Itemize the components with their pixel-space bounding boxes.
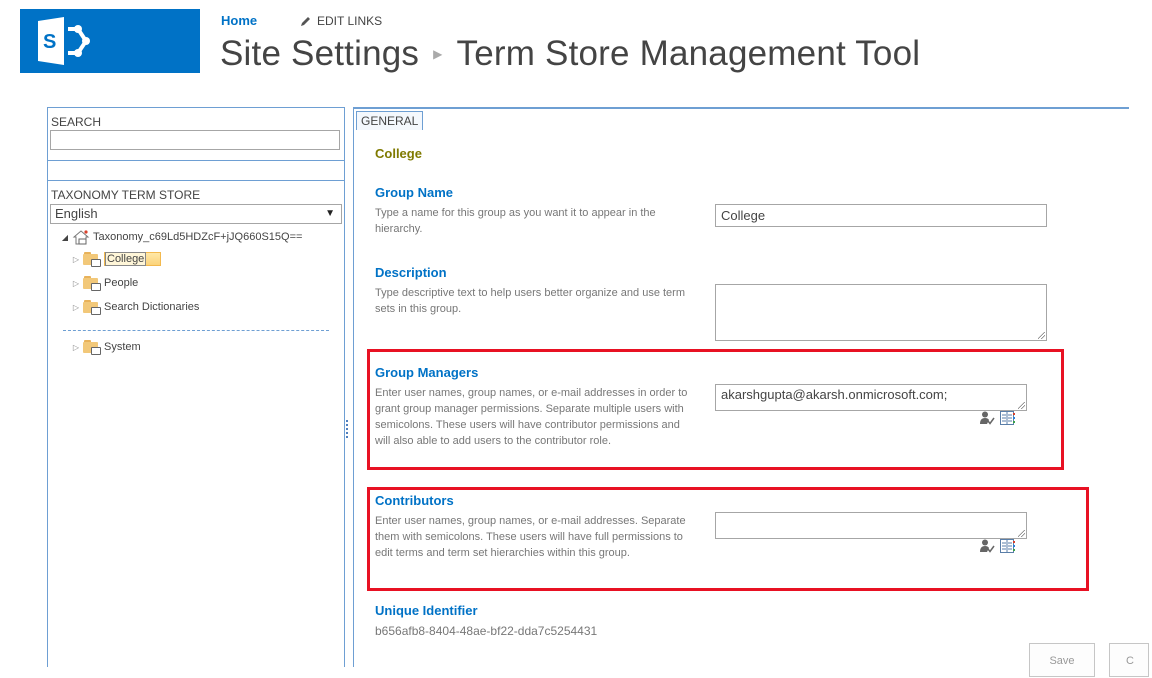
nav-home-link[interactable]: Home: [221, 13, 257, 28]
description-heading: Description: [375, 265, 447, 280]
panel-resize-handle[interactable]: [346, 420, 349, 438]
tree-root-label: Taxonomy_c69Ld5HDZcF+jJQ660S15Q==: [93, 231, 303, 243]
save-button[interactable]: Save: [1029, 643, 1095, 677]
contributors-description: Enter user names, group names, or e-mail…: [375, 515, 686, 559]
taxonomy-tree-panel: SEARCH TAXONOMY TERM STORE English ▼: [47, 107, 345, 667]
term-group-folder-icon: [83, 340, 101, 355]
browse-directory-icon[interactable]: [1000, 539, 1016, 553]
term-group-folder-icon: [83, 252, 101, 267]
group-managers-picker-actions: [979, 411, 1016, 425]
collapsed-triangle-icon[interactable]: ▷: [69, 279, 83, 288]
group-managers-people-picker[interactable]: akarshgupta@akarsh.onmicrosoft.com;: [715, 384, 1027, 411]
edit-links-label: EDIT LINKS: [317, 14, 383, 28]
triangle-right-icon: ▶: [433, 47, 443, 61]
tree-item-label: People: [104, 277, 139, 289]
taxonomy-term-store-label: TAXONOMY TERM STORE: [51, 188, 201, 202]
language-selected-value: English: [55, 206, 98, 221]
cancel-button[interactable]: C: [1109, 643, 1149, 677]
panel-divider: [48, 180, 344, 181]
tree-item-label: System: [104, 341, 141, 353]
dropdown-arrow-icon: ▼: [325, 208, 335, 219]
search-label: SEARCH: [51, 115, 102, 129]
contributors-picker-actions: [979, 539, 1016, 553]
tree-root-term-store[interactable]: ◢ Taxonomy_c69Ld5HDZcF+jJQ660S15Q==: [58, 229, 302, 245]
breadcrumb-site-settings[interactable]: Site Settings: [220, 34, 419, 74]
tree-item-label: Search Dictionaries: [104, 301, 200, 313]
group-title: College: [375, 146, 422, 161]
tree-divider: [63, 330, 329, 331]
contributors-heading: Contributors: [375, 493, 454, 508]
term-group-folder-icon: [83, 276, 101, 291]
expanded-triangle-icon[interactable]: ◢: [58, 233, 72, 242]
pencil-icon: [301, 16, 310, 26]
search-input[interactable]: [50, 130, 340, 150]
tab-general[interactable]: GENERAL: [356, 111, 424, 130]
collapsed-triangle-icon[interactable]: ▷: [69, 255, 83, 264]
group-name-heading: Group Name: [375, 185, 454, 200]
resize-grip-icon[interactable]: [1038, 332, 1045, 339]
sharepoint-logo[interactable]: S: [20, 9, 200, 73]
group-managers-description: Enter user names, group names, or e-mail…: [375, 387, 688, 447]
language-select[interactable]: English ▼: [50, 204, 342, 224]
description-textarea[interactable]: [715, 284, 1047, 341]
edit-links-button[interactable]: EDIT LINKS: [300, 14, 382, 28]
page-title: Site Settings ▶ Term Store Management To…: [220, 34, 920, 74]
browse-directory-icon[interactable]: [1000, 411, 1016, 425]
tree-item-label-selected: College: [104, 252, 162, 266]
group-managers-heading: Group Managers: [375, 365, 479, 380]
term-group-folder-icon: [83, 300, 101, 315]
sharepoint-logo-icon: S: [38, 17, 90, 65]
panel-divider: [48, 160, 344, 161]
resize-grip-icon[interactable]: [1018, 402, 1025, 409]
contributors-people-picker[interactable]: [715, 512, 1027, 539]
description-help-text: Type descriptive text to help users bett…: [375, 287, 685, 315]
group-name-description: Type a name for this group as you want i…: [375, 207, 656, 235]
term-store-home-icon: [72, 230, 90, 245]
resize-grip-icon[interactable]: [1018, 530, 1025, 537]
svg-text:S: S: [43, 31, 56, 53]
check-names-icon[interactable]: [979, 539, 995, 553]
unique-identifier-heading: Unique Identifier: [375, 603, 478, 618]
collapsed-triangle-icon[interactable]: ▷: [69, 343, 83, 352]
collapsed-triangle-icon[interactable]: ▷: [69, 303, 83, 312]
group-name-input[interactable]: [715, 204, 1047, 227]
check-names-icon[interactable]: [979, 411, 995, 425]
unique-identifier-value: b656afb8-8404-48ae-bf22-dda7c5254431: [375, 624, 598, 638]
tree-item-people[interactable]: ▷ People: [69, 276, 139, 291]
tree-item-college[interactable]: ▷ College: [69, 252, 162, 267]
tree-item-search-dictionaries[interactable]: ▷ Search Dictionaries: [69, 300, 200, 315]
breadcrumb-current-page: Term Store Management Tool: [456, 34, 921, 73]
tree-item-system[interactable]: ▷ System: [69, 340, 141, 355]
